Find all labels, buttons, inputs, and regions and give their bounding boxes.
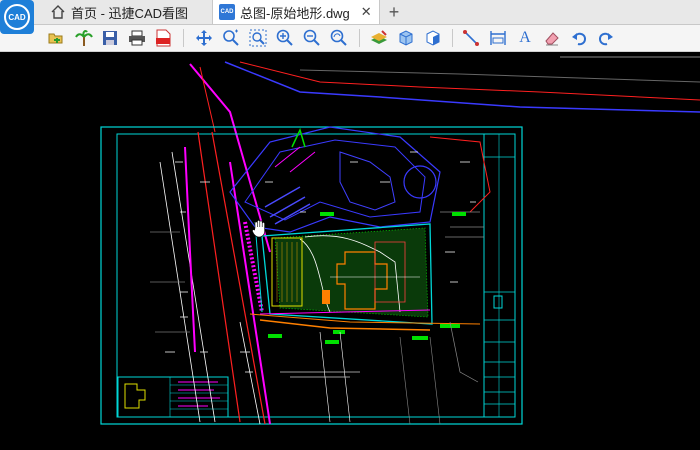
app-logo-text: CAD [4, 4, 30, 30]
eraser-icon[interactable] [542, 28, 562, 48]
text-icon[interactable]: A [515, 28, 535, 48]
pdf-icon[interactable] [153, 28, 173, 48]
measure-dim-icon[interactable] [488, 28, 508, 48]
toolbar: A [0, 25, 700, 52]
measure-line-icon[interactable] [461, 28, 481, 48]
pan-icon[interactable] [194, 28, 214, 48]
zoom-previous-icon[interactable] [329, 28, 349, 48]
close-tab-icon[interactable]: ✕ [361, 4, 372, 20]
tab-home[interactable]: 首页 - 迅捷CAD看图 [44, 0, 210, 24]
save-icon[interactable] [100, 28, 120, 48]
new-tab-button[interactable]: + [384, 0, 404, 24]
palm-icon[interactable] [74, 28, 94, 48]
3d-box-icon[interactable] [396, 28, 416, 48]
redo-icon[interactable] [596, 28, 616, 48]
app-logo[interactable]: CAD [0, 0, 34, 34]
tab-document[interactable]: CAD 总图-原始地形.dwg ✕ [212, 0, 380, 24]
zoom-window-icon[interactable] [248, 28, 268, 48]
zoom-in-icon[interactable] [275, 28, 295, 48]
text-icon-label: A [519, 29, 531, 46]
cad-drawing [100, 56, 700, 425]
print-icon[interactable] [127, 28, 147, 48]
undo-icon[interactable] [569, 28, 589, 48]
3d-view-icon[interactable] [423, 28, 443, 48]
layers-icon[interactable] [369, 28, 389, 48]
tab-home-label: 首页 - 迅捷CAD看图 [71, 5, 189, 21]
zoom-realtime-icon[interactable] [221, 28, 241, 48]
hand-cursor-icon [252, 220, 265, 238]
drawing-canvas[interactable] [0, 52, 700, 450]
open-icon[interactable] [46, 28, 66, 48]
cad-file-icon: CAD [219, 4, 235, 20]
zoom-out-icon[interactable] [302, 28, 322, 48]
home-icon [50, 4, 66, 20]
tab-document-label: 总图-原始地形.dwg [240, 5, 350, 21]
